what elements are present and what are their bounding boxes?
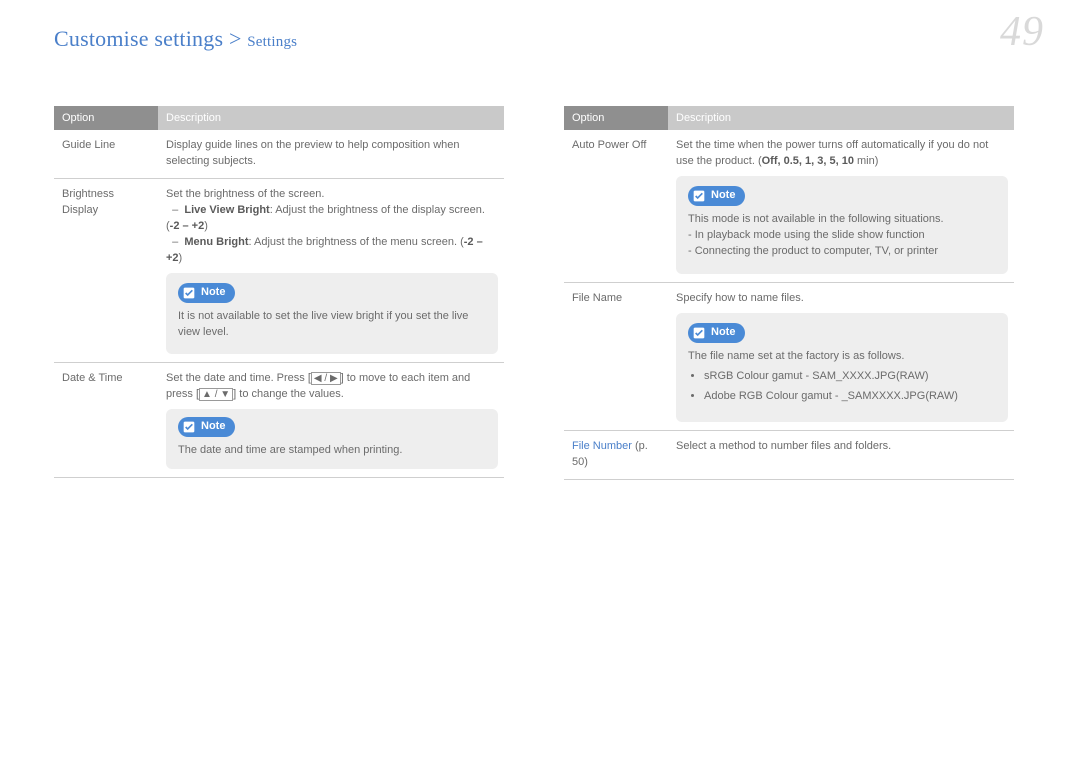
note-text: It is not available to set the live view… [178,309,486,341]
table-row: Guide Line Display guide lines on the pr… [54,130,504,178]
opt-brightness-desc: Set the brightness of the screen. – Live… [158,178,504,363]
note-text: This mode is not available in the follow… [688,212,996,260]
opt-guide-line-desc: Display guide lines on the preview to he… [158,130,504,178]
opt-file-number: File Number (p. 50) [564,431,668,480]
opt-file-name-desc: Specify how to name files. Note The file… [668,282,1014,431]
left-column: Option Description Guide Line Display gu… [54,106,504,480]
opt-guide-line: Guide Line [54,130,158,178]
opt-date-time: Date & Time [54,363,158,478]
left-right-icon: ◀ / ▶ [311,372,341,385]
note-text: The file name set at the factory is as f… [688,349,996,405]
file-number-link[interactable]: File Number [572,440,632,452]
note-pill: Note [178,417,235,437]
opt-date-time-desc: Set the date and time. Press [◀ / ▶] to … [158,363,504,478]
breadcrumb-main: Customise settings [54,26,223,51]
breadcrumb-sep: > [229,26,242,51]
col-head-option: Option [54,106,158,130]
page-number: 49 [1000,8,1044,56]
col-head-description: Description [158,106,504,130]
opt-auto-power-off-desc: Set the time when the power turns off au… [668,130,1014,282]
note-box-icon [691,188,707,204]
note-pill: Note [688,186,745,206]
table-row: Auto Power Off Set the time when the pow… [564,130,1014,282]
breadcrumb: Customise settings > Settings [54,26,1026,52]
table-row: Date & Time Set the date and time. Press… [54,363,504,478]
col-head-description: Description [668,106,1014,130]
right-column: Option Description Auto Power Off Set th… [564,106,1014,480]
table-row: Brightness Display Set the brightness of… [54,178,504,363]
note-box-icon [181,285,197,301]
note-pill: Note [178,283,235,303]
opt-brightness: Brightness Display [54,178,158,363]
breadcrumb-sub: Settings [247,34,297,50]
opt-file-name: File Name [564,282,668,431]
note-pill: Note [688,323,745,343]
table-row: File Number (p. 50) Select a method to n… [564,431,1014,480]
up-down-icon: ▲ / ▼ [199,388,233,401]
col-head-option: Option [564,106,668,130]
opt-file-number-desc: Select a method to number files and fold… [668,431,1014,480]
table-row: File Name Specify how to name files. Not… [564,282,1014,431]
note-text: The date and time are stamped when print… [178,443,486,459]
note-box-icon [691,325,707,341]
opt-auto-power-off: Auto Power Off [564,130,668,282]
note-box-icon [181,419,197,435]
